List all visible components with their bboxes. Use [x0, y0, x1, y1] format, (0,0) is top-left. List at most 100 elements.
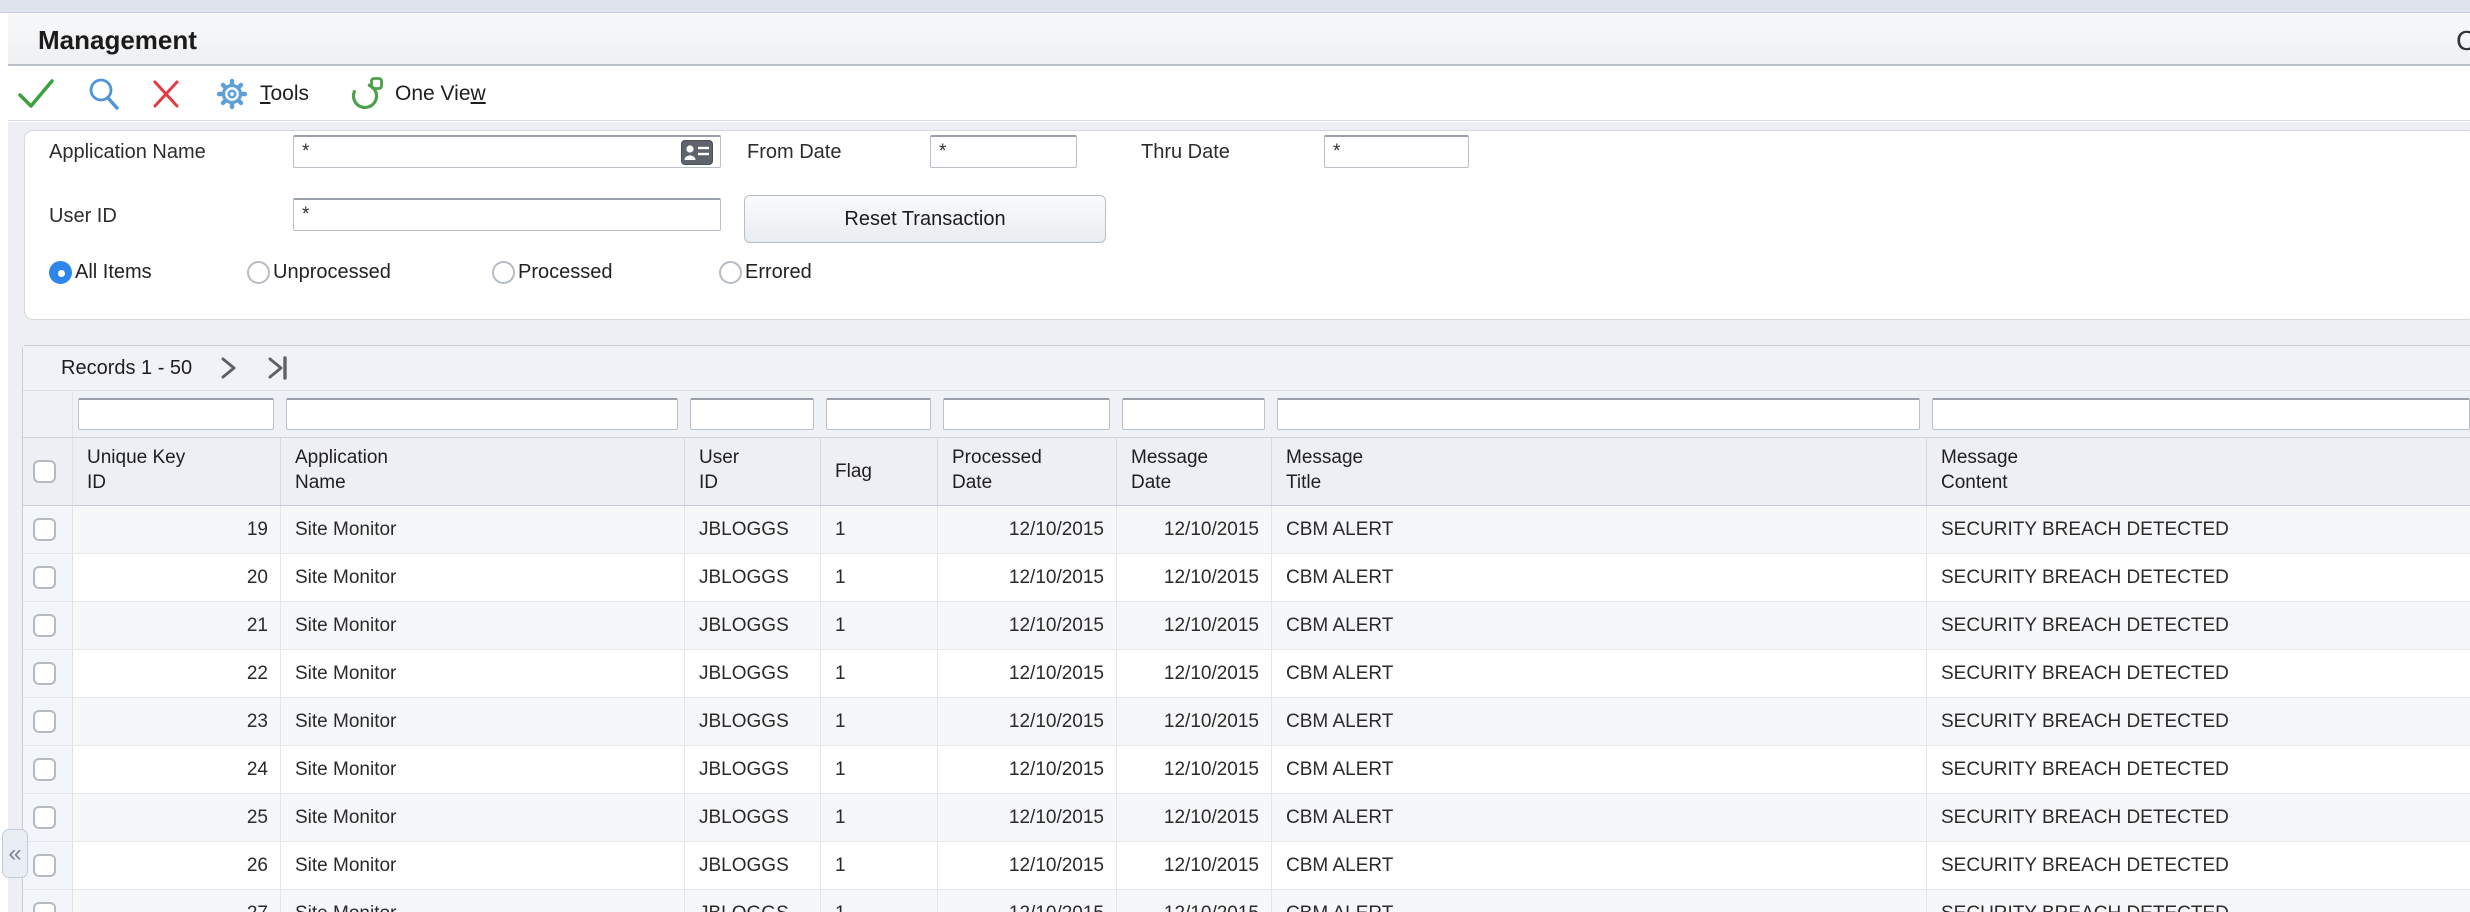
row-select-checkbox[interactable] — [33, 662, 56, 685]
header-application-name[interactable]: ApplicationName — [281, 438, 685, 505]
cell-message-content: SECURITY BREACH DETECTED — [1927, 698, 2470, 745]
qbe-input-message-content[interactable] — [1932, 398, 2470, 430]
row-select-checkbox[interactable] — [33, 902, 56, 912]
find-button[interactable] — [86, 76, 122, 112]
from-date-input[interactable] — [930, 135, 1077, 168]
cell-user-id: JBLOGGS — [685, 890, 821, 912]
cell-message-content: SECURITY BREACH DETECTED — [1927, 506, 2470, 553]
radio-errored[interactable]: Errored — [719, 261, 812, 284]
ok-button[interactable] — [16, 77, 56, 111]
one-view-label: One View — [395, 82, 486, 106]
cell-application-name: Site Monitor — [281, 746, 685, 793]
reset-transaction-button[interactable]: Reset Transaction — [744, 195, 1106, 243]
chevron-right-bar-icon — [266, 356, 292, 380]
cell-unique-key-id: 23 — [73, 698, 281, 745]
cell-user-id: JBLOGGS — [685, 506, 821, 553]
cell-message-content: SECURITY BREACH DETECTED — [1927, 602, 2470, 649]
cell-flag: 1 — [821, 602, 938, 649]
cell-message-title: CBM ALERT — [1272, 794, 1927, 841]
radio-processed[interactable]: Processed — [492, 261, 613, 284]
application-name-input[interactable] — [293, 135, 721, 168]
header-flag[interactable]: Flag — [821, 438, 938, 505]
radio-processed-circle — [492, 261, 515, 284]
filter-panel: Application Name From Date Thru Date Use… — [24, 130, 2470, 320]
row-select-checkbox[interactable] — [33, 614, 56, 637]
tools-menu[interactable]: Tools — [214, 76, 309, 112]
header-message-title[interactable]: MessageTitle — [1272, 438, 1927, 505]
cell-user-id: JBLOGGS — [685, 794, 821, 841]
cell-unique-key-id: 25 — [73, 794, 281, 841]
thru-date-input[interactable] — [1324, 135, 1469, 168]
cell-flag: 1 — [821, 698, 938, 745]
header-message-date[interactable]: MessageDate — [1117, 438, 1272, 505]
cell-message-title: CBM ALERT — [1272, 698, 1927, 745]
radio-unprocessed[interactable]: Unprocessed — [247, 261, 391, 284]
row-select-checkbox[interactable] — [33, 854, 56, 877]
qbe-cell-application — [281, 391, 685, 437]
row-select-checkbox[interactable] — [33, 758, 56, 781]
cell-application-name: Site Monitor — [281, 842, 685, 889]
one-view-menu[interactable]: One View — [349, 76, 486, 112]
cell-message-date: 12/10/2015 — [1117, 506, 1272, 553]
row-select-checkbox[interactable] — [33, 806, 56, 829]
cell-message-date: 12/10/2015 — [1117, 554, 1272, 601]
select-all-checkbox[interactable] — [33, 460, 56, 483]
cell-unique-key-id: 22 — [73, 650, 281, 697]
user-id-label: User ID — [49, 205, 117, 228]
table-row: 22 Site Monitor JBLOGGS 1 12/10/2015 12/… — [23, 650, 2470, 698]
management-window: Management C — [0, 0, 2470, 912]
qbe-input-message-date[interactable] — [1122, 398, 1265, 430]
qbe-input-user-id[interactable] — [690, 398, 814, 430]
sidebar-collapse-handle[interactable]: « — [2, 829, 28, 878]
cell-application-name: Site Monitor — [281, 890, 685, 912]
next-page-button[interactable] — [218, 356, 240, 380]
application-name-label: Application Name — [49, 141, 206, 164]
tools-label: Tools — [260, 82, 309, 106]
qbe-input-application-name[interactable] — [286, 398, 678, 430]
cell-message-content: SECURITY BREACH DETECTED — [1927, 890, 2470, 912]
cell-message-content: SECURITY BREACH DETECTED — [1927, 746, 2470, 793]
qbe-cell-message-date — [1117, 391, 1272, 437]
row-select-checkbox[interactable] — [33, 710, 56, 733]
cell-application-name: Site Monitor — [281, 794, 685, 841]
cell-processed-date: 12/10/2015 — [938, 890, 1117, 912]
cell-message-date: 12/10/2015 — [1117, 794, 1272, 841]
header-processed-date[interactable]: ProcessedDate — [938, 438, 1117, 505]
user-id-input[interactable] — [293, 198, 721, 231]
close-button[interactable] — [150, 78, 182, 110]
cell-flag: 1 — [821, 650, 938, 697]
cell-application-name: Site Monitor — [281, 554, 685, 601]
qbe-input-message-title[interactable] — [1277, 398, 1920, 430]
header-message-content[interactable]: MessageContent — [1927, 438, 2470, 505]
content-area: Application Name From Date Thru Date Use… — [8, 122, 2470, 912]
cell-unique-key-id: 19 — [73, 506, 281, 553]
from-date-label: From Date — [747, 141, 841, 164]
qbe-cell-processed-date — [938, 391, 1117, 437]
cell-processed-date: 12/10/2015 — [938, 842, 1117, 889]
radio-all-items[interactable]: All Items — [49, 261, 152, 284]
visual-assist-button[interactable] — [681, 140, 713, 170]
row-select-checkbox[interactable] — [33, 518, 56, 541]
cell-message-date: 12/10/2015 — [1117, 650, 1272, 697]
chevron-right-icon — [218, 356, 240, 380]
gear-icon — [214, 76, 250, 112]
qbe-cell-unique-key — [73, 391, 281, 437]
row-select-checkbox[interactable] — [33, 566, 56, 589]
qbe-input-flag[interactable] — [826, 398, 931, 430]
status-radio-group: All Items Unprocessed Processed Errored — [25, 261, 2470, 301]
cell-message-content: SECURITY BREACH DETECTED — [1927, 650, 2470, 697]
cell-flag: 1 — [821, 746, 938, 793]
cell-unique-key-id: 20 — [73, 554, 281, 601]
qbe-input-processed-date[interactable] — [943, 398, 1110, 430]
header-user-id[interactable]: UserID — [685, 438, 821, 505]
cell-user-id: JBLOGGS — [685, 842, 821, 889]
search-icon — [86, 76, 122, 112]
cell-unique-key-id: 24 — [73, 746, 281, 793]
header-unique-key-id[interactable]: Unique KeyID — [73, 438, 281, 505]
qbe-input-unique-key-id[interactable] — [78, 398, 274, 430]
cell-user-id: JBLOGGS — [685, 650, 821, 697]
cell-user-id: JBLOGGS — [685, 698, 821, 745]
last-page-button[interactable] — [266, 356, 292, 380]
cell-message-title: CBM ALERT — [1272, 506, 1927, 553]
cell-processed-date: 12/10/2015 — [938, 554, 1117, 601]
